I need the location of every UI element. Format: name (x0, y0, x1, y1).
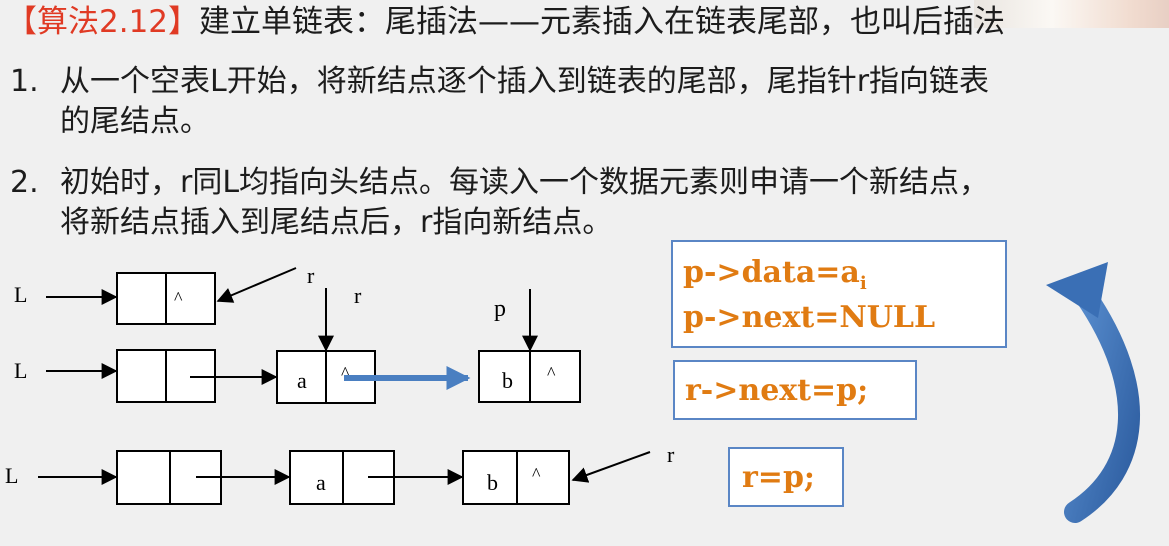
label-L: L (14, 282, 27, 307)
code-line: r=p; (742, 460, 815, 495)
label-r: r (354, 283, 362, 308)
label-r: r (307, 263, 315, 288)
node-value-a: a (316, 470, 326, 495)
code-box-advance: r=p; (728, 447, 844, 507)
label-L: L (14, 358, 27, 383)
null-mark: ^ (532, 464, 541, 484)
label-L: L (5, 463, 18, 488)
code-line: r->next=p; (685, 373, 869, 408)
null-mark: ^ (547, 363, 556, 383)
node-value-b: b (502, 368, 513, 393)
tail-pointer-arrow (571, 451, 651, 483)
tail-pointer-arrow (216, 267, 297, 303)
row-2-insert-step: L a ^ r b ^ p (14, 283, 581, 404)
null-mark: ^ (174, 288, 183, 308)
code-box-init: p->data=ai p->next=NULL (671, 240, 1007, 348)
row-1-empty-list: L ^ r (14, 263, 315, 325)
node-value-b: b (487, 470, 498, 495)
curved-flow-arrow (1046, 262, 1141, 523)
code-line: p->next=NULL (683, 300, 936, 335)
code-line: p->data=ai (683, 255, 867, 294)
code-box-link: r->next=p; (673, 360, 917, 420)
label-p: p (494, 296, 506, 322)
node-value-a: a (297, 368, 307, 393)
label-r: r (667, 442, 675, 467)
row-3-result: L a b ^ r (5, 442, 675, 505)
